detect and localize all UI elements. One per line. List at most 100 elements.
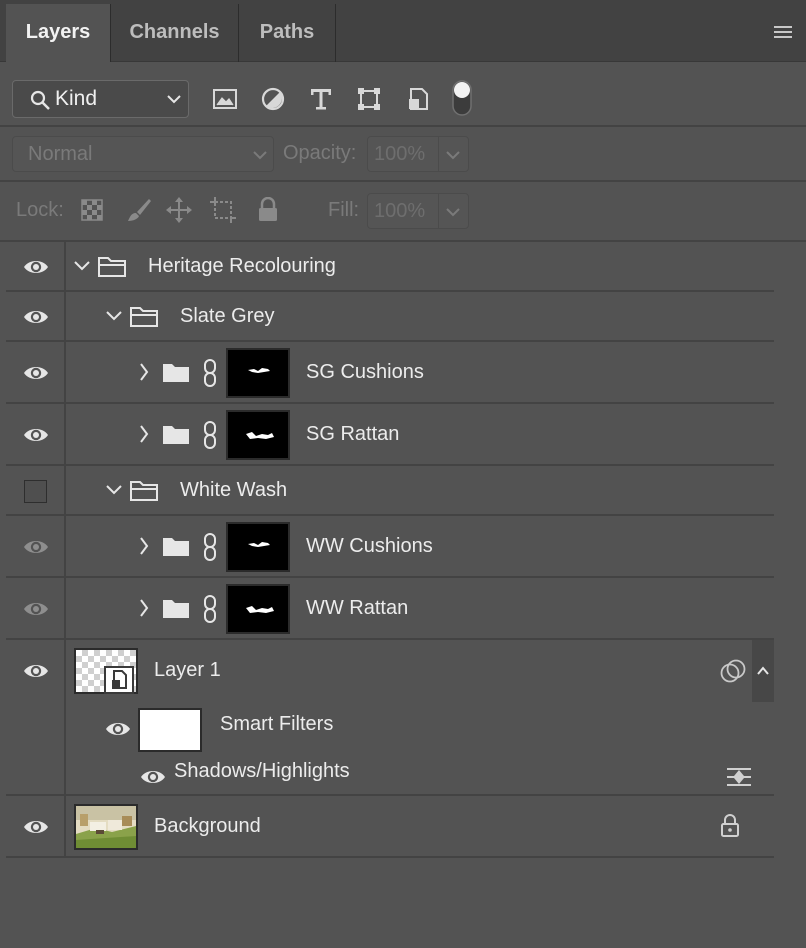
visibility-toggle[interactable]	[6, 578, 66, 638]
chevron-right-icon[interactable]	[139, 363, 149, 381]
layer-name: Heritage Recolouring	[148, 255, 336, 277]
filter-kind-label: Kind	[55, 87, 98, 110]
panel-menu-icon[interactable]	[772, 24, 794, 40]
visibility-toggle[interactable]	[6, 796, 66, 856]
eye-icon[interactable]	[140, 768, 166, 786]
folder-icon	[161, 423, 191, 447]
layer-row-ww-rattan[interactable]: WW Rattan	[6, 578, 774, 640]
filter-shape-layers-icon[interactable]	[356, 86, 382, 112]
folder-icon	[161, 535, 191, 559]
fill-value: 100%	[374, 200, 426, 222]
fill-field[interactable]: 100%	[367, 193, 469, 229]
folder-icon	[129, 305, 159, 329]
eye-icon[interactable]	[105, 720, 131, 738]
visibility-toggle[interactable]	[6, 242, 66, 290]
tab-channels[interactable]: Channels	[111, 4, 238, 62]
layer-name: Layer 1	[154, 659, 221, 681]
mask-link-chain-icon[interactable]	[201, 421, 219, 449]
layer-row-sg-rattan[interactable]: SG Rattan	[6, 404, 774, 466]
filter-pixel-layers-icon[interactable]	[212, 87, 238, 111]
lock-artboard-icon[interactable]	[209, 196, 237, 224]
mask-link-chain-icon[interactable]	[201, 595, 219, 623]
visibility-toggle[interactable]	[6, 466, 66, 514]
layer-name: WW Rattan	[306, 597, 409, 619]
smart-filter-effects-icon[interactable]	[719, 659, 747, 685]
layer-mask-thumbnail[interactable]	[226, 348, 290, 398]
layer-mask-thumbnail[interactable]	[226, 584, 290, 634]
chevron-right-icon[interactable]	[139, 537, 149, 555]
chevron-right-icon[interactable]	[139, 599, 149, 617]
visibility-toggle[interactable]	[6, 640, 66, 794]
mask-link-chain-icon[interactable]	[201, 533, 219, 561]
field-divider	[438, 194, 439, 228]
layer-name: SG Rattan	[306, 423, 400, 445]
layers-list: Heritage Recolouring Slate Grey SG Cushi…	[6, 242, 774, 859]
filter-blending-options-icon[interactable]	[725, 766, 753, 788]
chevron-right-icon[interactable]	[139, 425, 149, 443]
layer-name: WW Cushions	[306, 535, 433, 557]
smart-filters-label: Smart Filters	[220, 713, 334, 735]
lock-image-pixels-brush-icon[interactable]	[125, 196, 153, 224]
layer-row-background[interactable]: Background	[6, 796, 774, 858]
chevron-down-icon	[253, 150, 267, 160]
visibility-toggle[interactable]	[6, 292, 66, 340]
layers-list-empty-area	[6, 859, 774, 948]
fill-label: Fill:	[328, 199, 360, 221]
lock-all-icon[interactable]	[256, 197, 280, 223]
eye-icon[interactable]	[23, 258, 49, 276]
layer-row-layer-1[interactable]: Layer 1 Smart Filters Shadows/Highlights	[6, 640, 774, 796]
layer-row-white-wash[interactable]: White Wash	[6, 466, 774, 516]
chevron-down-icon[interactable]	[106, 310, 122, 322]
collapse-effects-button[interactable]	[752, 640, 774, 702]
layer-row-slate-grey[interactable]: Slate Grey	[6, 292, 774, 342]
blend-mode-label: Normal	[28, 143, 93, 165]
filter-name: Shadows/Highlights	[174, 760, 350, 782]
visibility-toggle[interactable]	[6, 404, 66, 464]
eye-icon[interactable]	[23, 600, 49, 618]
layer-name: White Wash	[180, 479, 288, 501]
background-thumbnail[interactable]	[74, 804, 138, 850]
chevron-down-icon[interactable]	[74, 260, 90, 272]
filter-adjustment-layers-icon[interactable]	[260, 86, 286, 112]
eye-icon[interactable]	[23, 662, 49, 680]
layer-mask-thumbnail[interactable]	[226, 522, 290, 572]
eye-icon[interactable]	[23, 308, 49, 326]
layer-name: SG Cushions	[306, 361, 424, 383]
smart-filter-mask-thumbnail[interactable]	[138, 708, 202, 752]
layer-name: Background	[154, 815, 261, 837]
layer-mask-thumbnail[interactable]	[226, 410, 290, 460]
layer-row-ww-cushions[interactable]: WW Cushions	[6, 516, 774, 578]
toolbar-divider	[0, 180, 806, 182]
filter-kind-dropdown[interactable]: Kind	[12, 80, 189, 118]
tab-layers[interactable]: Layers	[6, 4, 110, 62]
opacity-value: 100%	[374, 143, 426, 165]
lock-position-move-icon[interactable]	[165, 196, 193, 224]
mask-link-chain-icon[interactable]	[201, 359, 219, 387]
opacity-field[interactable]: 100%	[367, 136, 469, 172]
eye-icon[interactable]	[23, 538, 49, 556]
filter-smart-objects-icon[interactable]	[405, 86, 431, 112]
blend-mode-dropdown[interactable]: Normal	[12, 136, 274, 172]
filter-toggle-switch[interactable]	[451, 79, 473, 117]
filter-type-layers-icon[interactable]	[308, 86, 334, 112]
search-icon	[29, 89, 51, 111]
layer-thumbnail[interactable]	[74, 648, 138, 694]
folder-icon	[161, 361, 191, 385]
visibility-toggle[interactable]	[6, 516, 66, 576]
eye-icon[interactable]	[23, 426, 49, 444]
lock-label: Lock:	[16, 199, 64, 221]
eye-icon[interactable]	[23, 818, 49, 836]
folder-icon	[129, 479, 159, 503]
visibility-checkbox-empty[interactable]	[24, 480, 47, 503]
field-divider	[438, 137, 439, 171]
opacity-label: Opacity:	[283, 142, 357, 164]
tab-paths[interactable]: Paths	[239, 4, 335, 62]
layer-row-sg-cushions[interactable]: SG Cushions	[6, 342, 774, 404]
tab-separator	[335, 4, 336, 62]
panel-tab-bar: Layers Channels Paths	[0, 0, 806, 62]
visibility-toggle[interactable]	[6, 342, 66, 402]
eye-icon[interactable]	[23, 364, 49, 382]
chevron-down-icon[interactable]	[106, 484, 122, 496]
layer-row-heritage-recolouring[interactable]: Heritage Recolouring	[6, 242, 774, 292]
lock-transparent-pixels-icon[interactable]	[80, 198, 104, 222]
